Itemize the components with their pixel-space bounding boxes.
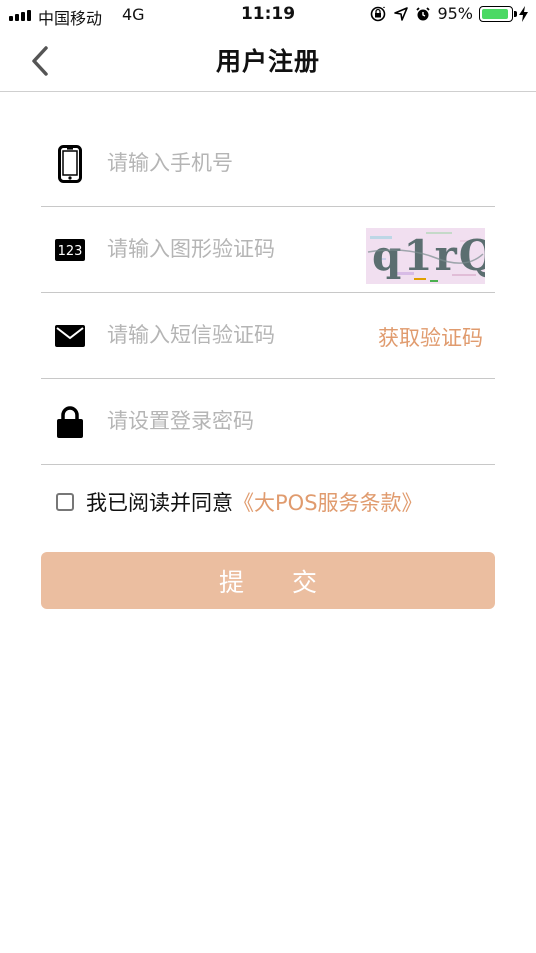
lock-icon	[55, 405, 85, 439]
terms-link[interactable]: 《大POS服务条款》	[233, 487, 423, 517]
mail-icon	[55, 319, 85, 353]
nav-bar: 用户注册	[0, 30, 536, 92]
sms-row: 获取验证码	[41, 292, 495, 379]
battery-icon	[479, 5, 517, 22]
agreement: 我已阅读并同意 《大POS服务条款》	[56, 487, 423, 517]
charging-icon	[519, 5, 528, 22]
captcha-image[interactable]: q1rQ	[366, 228, 495, 284]
phone-icon	[55, 145, 85, 183]
battery-percent: 95%	[437, 4, 473, 23]
password-input[interactable]	[107, 402, 487, 440]
captcha-input[interactable]	[107, 230, 337, 268]
phone-row	[41, 120, 495, 207]
status-indicators: 95%	[369, 4, 528, 23]
get-sms-code-button[interactable]: 获取验证码	[378, 322, 483, 352]
orientation-lock-icon	[371, 6, 386, 21]
agreement-checkbox[interactable]	[56, 493, 74, 511]
submit-button[interactable]: 提 交	[41, 552, 495, 609]
password-row	[41, 378, 495, 465]
status-bar: 中国移动 4G 11:19 95%	[0, 0, 536, 30]
alarm-icon	[416, 6, 431, 20]
svg-text:123: 123	[58, 244, 83, 259]
page-title: 用户注册	[215, 47, 320, 76]
phone-input[interactable]	[107, 144, 487, 182]
number-123-icon: 123	[55, 233, 85, 267]
location-icon	[394, 6, 409, 21]
sms-code-input[interactable]	[107, 316, 337, 354]
agreement-text: 我已阅读并同意	[86, 491, 233, 515]
captcha-row: 123 q1rQ	[41, 206, 495, 293]
